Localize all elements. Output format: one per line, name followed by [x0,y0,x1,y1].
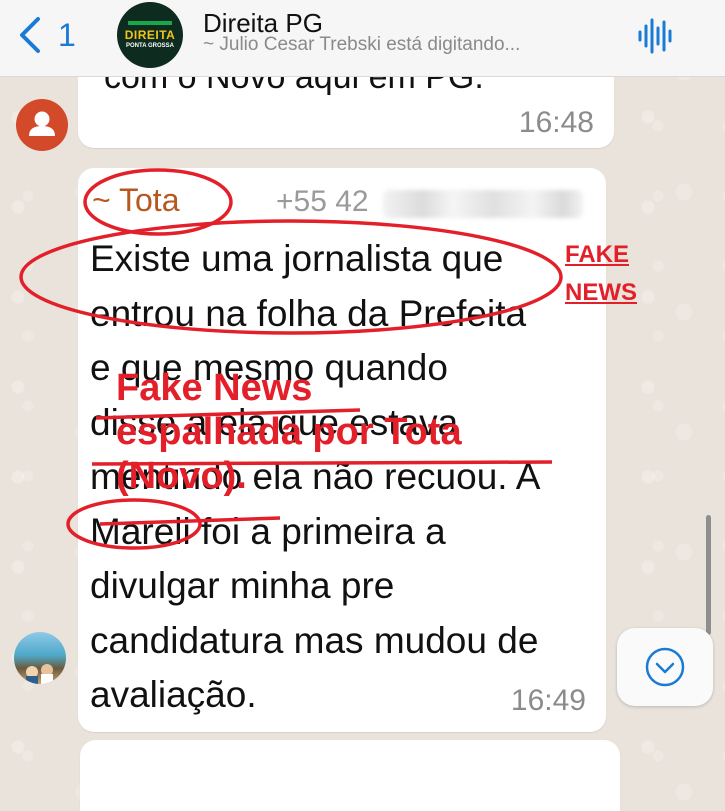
message-line: Mareli foi a primeira a [90,510,446,552]
chevron-down-circle-icon [645,647,685,687]
person-icon [29,111,55,136]
scrollbar-thumb[interactable] [706,515,711,635]
previous-message-time: 16:48 [518,106,594,139]
typing-status: ~ Julio Cesar Trebski está digitando... [203,34,521,55]
chevron-left-icon [20,17,40,53]
phone-redaction [383,190,583,218]
unread-count: 1 [58,16,76,53]
audio-waveform-icon[interactable] [636,16,676,56]
avatar-logo-text: DIREITA [124,28,176,42]
fake-tag-line: FAKE [565,241,630,268]
fake-tag-line: NEWS [565,279,637,306]
group-avatar[interactable]: DIREITA PONTA GROSSA [117,2,183,68]
fake-news-tag: FAKE NEWS [565,236,637,312]
chat-header: 1 DIREITA PONTA GROSSA Direita PG ~ Juli… [0,0,725,77]
message-line: candidatura mas mudou de [90,619,539,661]
beach-photo-icon [26,664,53,684]
annotation-line: (Novo). [116,455,247,497]
next-message-bubble[interactable] [80,740,620,811]
message-line: divulgar minha pre [90,565,395,606]
message-time: 16:49 [510,684,586,717]
scroll-to-bottom-button[interactable] [617,628,713,706]
sender-name[interactable]: ~ Tota [92,182,179,219]
annotation-line: espalhada por Tota [116,411,462,453]
avatar-logo-subtext: PONTA GROSSA [125,43,174,49]
annotation-line: Fake News [116,367,313,409]
back-button[interactable]: 1 [14,12,84,58]
user-photo-avatar[interactable] [14,632,66,684]
default-avatar[interactable] [16,99,68,151]
message-line: entrou na folha da Prefeita [90,292,527,334]
sender-phone: +55 42 [276,185,369,218]
fake-news-annotation: Fake News espalhada por Tota (Novo). [116,366,462,498]
avatar-stripe [128,21,172,25]
message-line: Existe uma jornalista que [90,238,504,279]
